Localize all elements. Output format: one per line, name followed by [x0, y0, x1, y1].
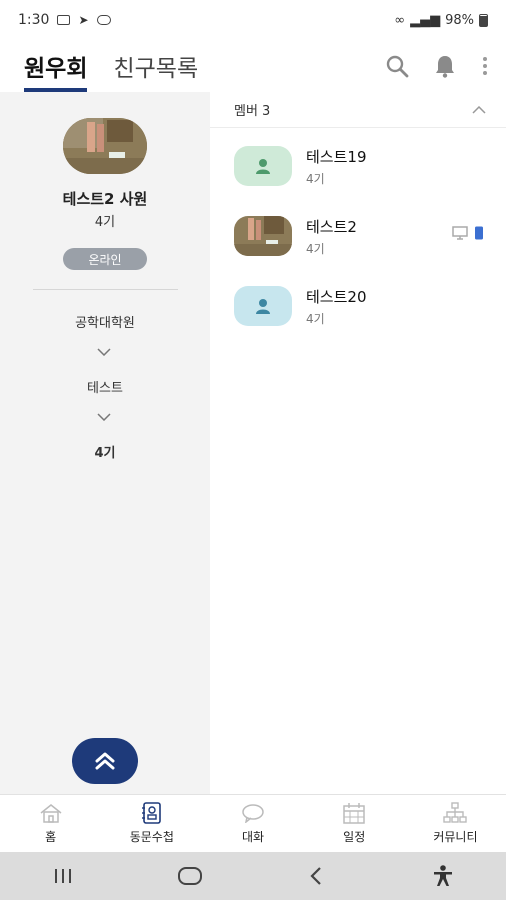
nav-item-calendar[interactable]: 일정 [304, 795, 405, 852]
chevron-down-icon [96, 410, 112, 424]
recent-apps-button[interactable] [43, 861, 83, 891]
tab-alumni-association[interactable]: 원우회 [24, 40, 88, 92]
back-icon [310, 867, 322, 885]
nav-label-chat: 대화 [241, 830, 265, 844]
system-navigation-bar [0, 852, 506, 900]
double-chevron-up-icon [95, 752, 115, 770]
accessibility-icon [433, 865, 452, 886]
member-name: 테스트19 [306, 148, 367, 166]
members-count-label: 멤버 3 [234, 104, 271, 119]
org-level-1: 공학대학원 [75, 316, 135, 331]
chevron-down-icon [96, 345, 112, 359]
nav-item-chat[interactable]: 대화 [202, 795, 303, 852]
telegram-notification-icon: ➤ [78, 13, 89, 27]
bell-icon[interactable] [432, 53, 458, 79]
bottom-navigation: 홈 동문수첩 대화 일정 커뮤니티 [0, 794, 506, 852]
calendar-icon [341, 802, 367, 824]
members-section-header[interactable]: 멤버 3 [210, 92, 506, 128]
nav-item-address-book[interactable]: 동문수첩 [101, 795, 202, 852]
member-item[interactable]: 테스트20 4기 [210, 280, 506, 336]
recent-apps-icon [55, 869, 72, 883]
back-button[interactable] [296, 861, 336, 891]
profile-pane: 테스트2 사원 4기 온라인 공학대학원 테스트 4기 [0, 92, 210, 794]
accessibility-button[interactable] [423, 861, 463, 891]
gallery-notification-icon [57, 15, 71, 25]
profile-name: 테스트2 사원 [62, 190, 148, 208]
link-icon: ∞ [394, 12, 406, 28]
member-name: 테스트20 [306, 288, 367, 306]
members-pane: 멤버 3 테스트19 4기 테스트2 4기 테스트20 4기 [210, 92, 506, 794]
org-level-2: 테스트 [87, 381, 123, 396]
member-generation: 4기 [306, 172, 325, 186]
member-name: 테스트2 [306, 218, 357, 236]
home-icon [38, 802, 64, 824]
nav-label-home: 홈 [45, 830, 57, 844]
chat-icon [240, 802, 266, 824]
member-photo-avatar [234, 216, 292, 256]
scroll-to-top-button[interactable] [72, 738, 138, 784]
community-icon [442, 802, 468, 824]
member-generation: 4기 [306, 242, 325, 256]
default-avatar-icon [234, 286, 292, 326]
status-bar: 1:30 ➤ ∞ ▂▄▆ 98% [0, 0, 506, 40]
search-icon[interactable] [384, 53, 410, 79]
org-level-3: 4기 [94, 446, 116, 461]
member-item[interactable]: 테스트19 4기 [210, 140, 506, 196]
default-avatar-icon [234, 146, 292, 186]
profile-avatar[interactable] [63, 118, 147, 174]
desktop-icon [452, 226, 468, 240]
address-book-icon [139, 802, 165, 824]
home-pill-icon [177, 867, 202, 885]
chevron-up-icon[interactable] [472, 103, 486, 118]
more-vert-icon[interactable] [480, 53, 490, 79]
member-item[interactable]: 테스트2 4기 [210, 210, 506, 266]
app-header: 원우회 친구목록 [0, 40, 506, 92]
battery-icon [479, 13, 488, 27]
status-badge: 온라인 [63, 248, 147, 270]
nav-item-community[interactable]: 커뮤니티 [405, 795, 506, 852]
tab-friend-list[interactable]: 친구목록 [113, 40, 198, 92]
battery-percent: 98% [445, 12, 474, 28]
profile-generation: 4기 [94, 215, 116, 230]
status-time: 1:30 [18, 12, 50, 28]
nav-label-calendar: 일정 [343, 830, 366, 844]
member-generation: 4기 [306, 312, 325, 326]
signal-icon: ▂▄▆ [410, 12, 441, 28]
home-button[interactable] [170, 861, 210, 891]
app-notification-icon [96, 15, 111, 25]
nav-label-address-book: 동문수첩 [129, 830, 174, 844]
divider [33, 289, 178, 290]
mobile-icon [475, 226, 483, 240]
nav-label-community: 커뮤니티 [433, 830, 478, 844]
nav-item-home[interactable]: 홈 [0, 795, 101, 852]
